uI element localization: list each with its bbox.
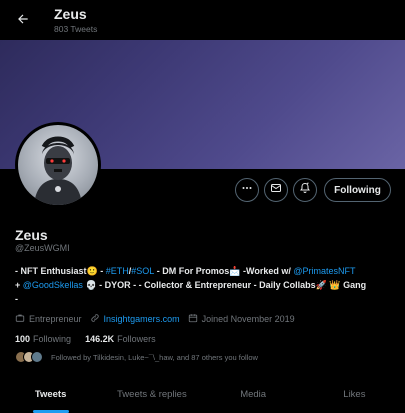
- tab-media[interactable]: Media: [203, 380, 304, 413]
- profile-bio: - NFT Enthusiast🙂 - #ETH/#SOL - DM For P…: [15, 264, 395, 306]
- page-title: Zeus: [54, 6, 87, 22]
- followed-by-text: Followed by Tilkidesin, Luke~¯\_haw, and…: [51, 352, 258, 362]
- bio-text: - DYOR - - Collector & Entrepreneur - Da…: [96, 280, 316, 290]
- hashtag-eth-link[interactable]: #ETH: [106, 266, 129, 276]
- profile-tabs: Tweets Tweets & replies Media Likes: [0, 380, 405, 413]
- back-arrow-icon[interactable]: [12, 8, 34, 30]
- profile-meta: Entrepreneur Insightgamers.com Joined No…: [15, 313, 303, 325]
- briefcase-icon: [15, 313, 29, 325]
- avatar[interactable]: [15, 122, 101, 208]
- user-handle: @ZeusWGMI: [15, 243, 70, 253]
- link-icon: [90, 313, 104, 325]
- followers-count-link[interactable]: 146.2K Followers: [85, 334, 156, 344]
- followers-count: 146.2K: [85, 334, 115, 344]
- notification-bell-icon: [299, 181, 311, 199]
- inbox-emoji-icon: 📩: [229, 266, 241, 276]
- smiley-emoji-icon: 🙂: [86, 266, 98, 276]
- bio-text: Gang: [340, 280, 367, 290]
- mention-goodskellas-link[interactable]: @GoodSkellas: [23, 280, 83, 290]
- tab-label: Tweets & replies: [117, 389, 187, 400]
- bio-text: +: [15, 280, 23, 290]
- tab-tweets-replies[interactable]: Tweets & replies: [101, 380, 202, 413]
- following-count: 100: [15, 334, 31, 344]
- following-count-link[interactable]: 100 Following: [15, 334, 71, 344]
- following-label: Following: [33, 334, 72, 344]
- display-name: Zeus: [15, 227, 48, 243]
- tab-label: Tweets: [34, 389, 67, 400]
- top-bar: Zeus 803 Tweets: [0, 0, 405, 40]
- avatar-image: [18, 125, 98, 205]
- website-link[interactable]: Insightgamers.com: [104, 314, 180, 324]
- followers-label: Followers: [117, 334, 156, 344]
- more-icon: [241, 181, 253, 199]
- follow-counts: 100 Following 146.2K Followers: [15, 334, 170, 344]
- hashtag-sol-link[interactable]: #SOL: [131, 266, 154, 276]
- bio-text: -: [15, 294, 18, 304]
- notification-button[interactable]: [293, 178, 317, 202]
- mention-primates-link[interactable]: @PrimatesNFT: [293, 266, 355, 276]
- more-button[interactable]: [235, 178, 259, 202]
- follower-avatar: [31, 351, 43, 363]
- profession-label: Entrepreneur: [29, 314, 82, 324]
- following-button[interactable]: Following: [324, 178, 391, 202]
- join-date: Joined November 2019: [188, 313, 295, 325]
- website: Insightgamers.com: [90, 313, 180, 325]
- tweet-count: 803 Tweets: [54, 24, 98, 34]
- calendar-icon: [188, 313, 202, 325]
- followed-by[interactable]: Followed by Tilkidesin, Luke~¯\_haw, and…: [15, 351, 258, 363]
- message-icon: [270, 181, 282, 199]
- bio-text: - DM For Promos: [154, 266, 230, 276]
- skull-emoji-icon: 💀: [82, 280, 97, 290]
- bio-text: -: [97, 266, 106, 276]
- rocket-emoji-icon: 🚀: [315, 280, 327, 290]
- tab-label: Media: [240, 389, 267, 400]
- tab-tweets[interactable]: Tweets: [0, 380, 101, 413]
- bio-text: - NFT Enthusiast: [15, 266, 87, 276]
- profession: Entrepreneur: [15, 313, 82, 325]
- tab-label: Likes: [343, 389, 366, 400]
- follower-avatars: [15, 351, 43, 363]
- tab-likes[interactable]: Likes: [304, 380, 405, 413]
- joined-label: Joined November 2019: [201, 314, 295, 324]
- bio-text: -Worked w/: [240, 266, 294, 276]
- message-button[interactable]: [264, 178, 288, 202]
- crown-emoji-icon: 👑: [326, 280, 341, 290]
